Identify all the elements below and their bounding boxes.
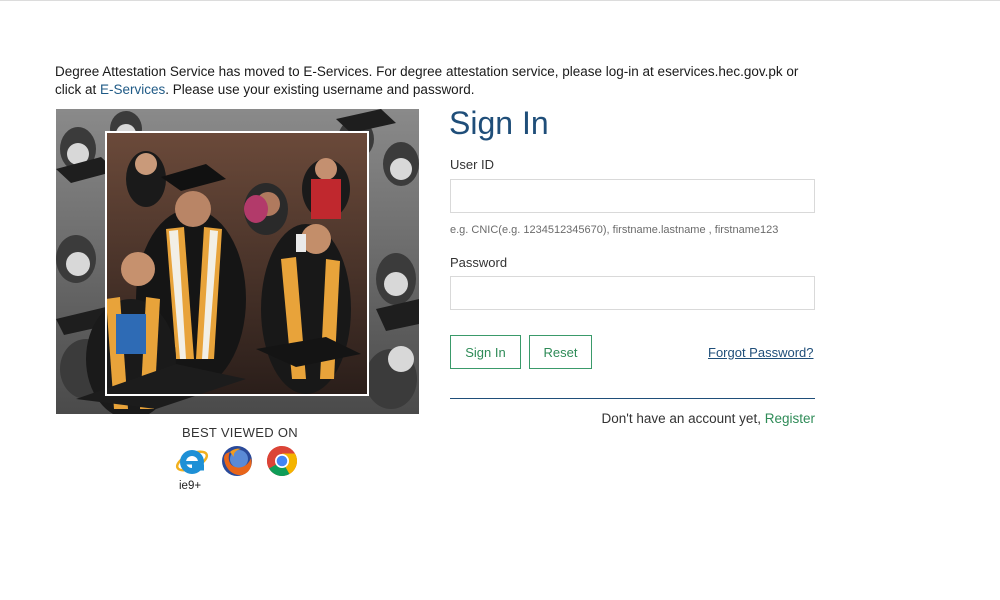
ie-version-label: ie9+ xyxy=(179,480,202,492)
user-id-hint: e.g. CNIC(e.g. 1234512345670), firstname… xyxy=(450,224,779,236)
password-label: Password xyxy=(450,255,508,270)
best-viewed-label: BEST VIEWED ON xyxy=(182,425,298,440)
internet-explorer-icon xyxy=(175,444,209,478)
top-border xyxy=(0,0,1000,1)
password-input[interactable] xyxy=(450,276,815,310)
chrome-icon xyxy=(265,444,299,478)
reset-button[interactable]: Reset xyxy=(529,335,592,369)
sign-in-button[interactable]: Sign In xyxy=(450,335,521,369)
user-id-input[interactable] xyxy=(450,179,815,213)
forgot-password-link[interactable]: Forgot Password? xyxy=(708,345,814,360)
register-link[interactable]: Register xyxy=(765,411,815,426)
register-prompt: Don't have an account yet, Register xyxy=(602,411,815,426)
sign-in-title: Sign In xyxy=(449,105,549,141)
notice-text-after: . Please use your existing username and … xyxy=(165,82,475,97)
form-divider xyxy=(450,398,815,399)
user-id-label: User ID xyxy=(450,157,495,172)
e-services-link[interactable]: E-Services xyxy=(100,82,165,97)
register-prompt-text: Don't have an account yet, xyxy=(601,411,761,426)
firefox-icon xyxy=(220,444,254,478)
graduation-photo xyxy=(56,109,419,414)
migration-notice: Degree Attestation Service has moved to … xyxy=(55,63,815,99)
